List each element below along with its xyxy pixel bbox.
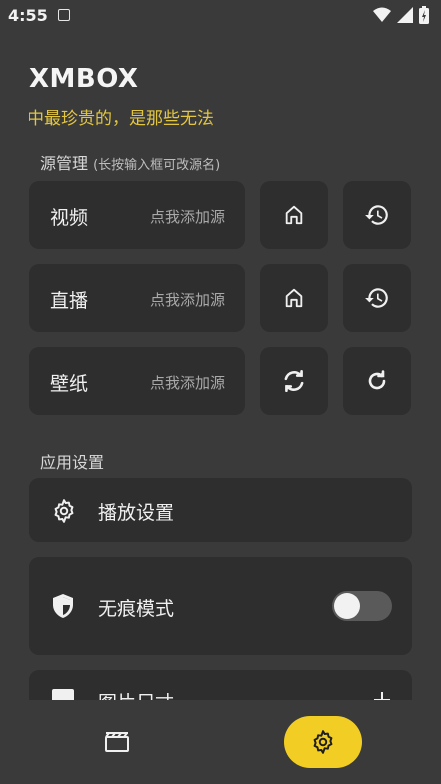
incognito-mode-label: 无痕模式 (98, 598, 175, 620)
video-home-button[interactable] (260, 181, 328, 249)
wallpaper-sync-button[interactable] (260, 347, 328, 415)
status-icons (373, 6, 429, 24)
settings-icon (313, 730, 333, 754)
announcement-marquee: 中最珍贵的，是那些无法 (29, 104, 225, 130)
wifi-icon (373, 7, 391, 22)
source-input-wallpaper[interactable]: 壁纸 点我添加源 (29, 347, 245, 415)
nav-settings[interactable] (284, 716, 362, 768)
movie-icon (105, 732, 129, 752)
incognito-toggle[interactable] (332, 591, 392, 621)
video-history-button[interactable] (343, 181, 411, 249)
home-icon (285, 288, 303, 308)
live-home-button[interactable] (260, 264, 328, 332)
source-label: 视频 (50, 207, 89, 229)
playback-settings-label: 播放设置 (98, 502, 175, 524)
source-section-title: 源管理 (长按输入框可改源名) (40, 154, 221, 173)
source-input-video[interactable]: 视频 点我添加源 (29, 181, 245, 249)
bottom-navigation (0, 700, 441, 784)
signal-icon (397, 7, 413, 23)
source-input-live[interactable]: 直播 点我添加源 (29, 264, 245, 332)
notification-icon (58, 9, 70, 21)
nav-movies[interactable] (80, 716, 154, 768)
app-settings-title: 应用设置 (40, 453, 105, 472)
home-icon (285, 205, 303, 225)
sync-icon (284, 369, 304, 393)
shield-icon (53, 594, 73, 618)
battery-icon (419, 6, 429, 24)
announcement-text: 中最珍贵的，是那些无法 (29, 109, 214, 129)
gear-icon (54, 499, 74, 523)
source-placeholder: 点我添加源 (149, 374, 225, 392)
status-bar: 4:55 (0, 0, 441, 30)
refresh-icon (368, 370, 386, 390)
history-icon (365, 288, 388, 308)
source-label: 壁纸 (50, 373, 89, 395)
app-title: XMBOX (29, 64, 139, 94)
status-time: 4:55 (8, 6, 48, 25)
playback-settings-item[interactable]: 播放设置 (29, 478, 412, 542)
toggle-knob (334, 593, 360, 619)
source-placeholder: 点我添加源 (149, 208, 225, 226)
source-placeholder: 点我添加源 (149, 291, 225, 309)
source-section-hint: (长按输入框可改源名) (93, 158, 221, 173)
live-history-button[interactable] (343, 264, 411, 332)
incognito-mode-item[interactable]: 无痕模式 (29, 557, 412, 655)
history-icon (365, 205, 388, 225)
wallpaper-refresh-button[interactable] (343, 347, 411, 415)
source-label: 直播 (50, 290, 89, 312)
